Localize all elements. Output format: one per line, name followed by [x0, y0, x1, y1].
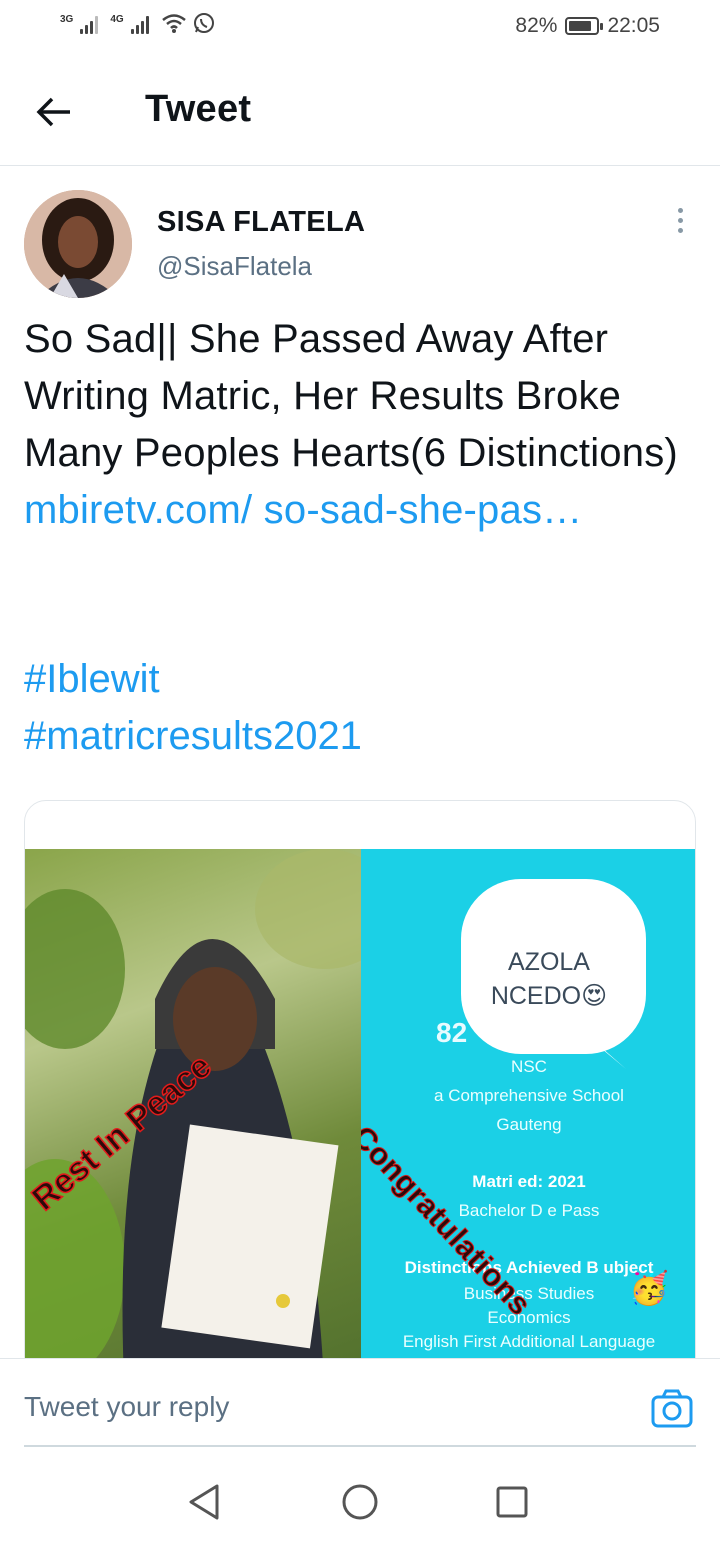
tweet-text: So Sad|| She Passed Away After Writing M…: [24, 311, 704, 539]
arrow-left-icon: [36, 97, 70, 127]
nav-recents-button[interactable]: [490, 1480, 534, 1524]
nav-home-button[interactable]: [338, 1480, 382, 1524]
author-handle[interactable]: @SisaFlatela: [157, 251, 312, 282]
nav-back-icon: [189, 1484, 219, 1520]
photo-right[interactable]: AZOLA NCEDO😍 82 NSC a Comprehensive Scho…: [361, 849, 695, 1399]
school-name: a Comprehensive School: [434, 1086, 624, 1105]
back-button[interactable]: [30, 88, 78, 136]
memorial-photo: [25, 849, 361, 1399]
signal-icon: [80, 12, 99, 34]
page-title: Tweet: [145, 88, 252, 130]
network-type-2: 4G: [110, 14, 124, 25]
tweet-body: So Sad|| She Passed Away After Writing M…: [24, 317, 678, 475]
camera-icon: [651, 1389, 693, 1428]
hashtag-iblewit[interactable]: #Iblewit: [24, 651, 362, 708]
camera-button[interactable]: [650, 1388, 694, 1430]
system-nav-bar: [0, 1460, 720, 1541]
nav-home-icon: [342, 1484, 378, 1520]
tweet-media[interactable]: Rest In Peace AZOLA NCEDO😍 82 NSC a Comp…: [24, 800, 696, 1400]
author-name[interactable]: SISA FLATELA: [157, 206, 365, 239]
battery-fill: [569, 21, 591, 31]
subject-item: Economics: [487, 1308, 571, 1327]
battery-percent: 82%: [515, 14, 558, 37]
hashtags: #Iblewit #matricresults2021: [24, 651, 362, 765]
more-dot: [677, 228, 683, 233]
status-right: 82% 22:05: [515, 14, 660, 38]
more-dot: [677, 218, 683, 223]
avatar-image: [24, 190, 132, 298]
network-type-1: 3G: [60, 14, 74, 25]
avatar[interactable]: [24, 190, 132, 298]
hashtag-matricresults2021[interactable]: #matricresults2021: [24, 708, 362, 765]
tweet-link[interactable]: mbiretv.com/ so-sad-she-pas…: [24, 488, 582, 532]
province: Gauteng: [496, 1115, 562, 1134]
whatsapp-icon: [193, 13, 214, 33]
student-name: AZOLA NCEDO😍: [479, 945, 619, 1013]
status-bar: 3G 4G 82% 22:05: [0, 0, 720, 54]
more-options-button[interactable]: [668, 204, 692, 240]
status-left: 3G 4G: [60, 12, 215, 34]
nsc-label: NSC: [511, 1057, 547, 1076]
battery-icon: [565, 17, 604, 35]
reply-underline: [24, 1445, 696, 1447]
reply-input[interactable]: [24, 1379, 624, 1435]
nav-recents-icon: [496, 1486, 528, 1518]
wifi-icon: [161, 14, 186, 33]
nav-back-button[interactable]: [183, 1480, 227, 1524]
clock: 22:05: [607, 14, 660, 37]
subject-item: English First Additional Language: [402, 1332, 656, 1351]
student-first-name: AZOLA: [508, 948, 590, 976]
top-app-bar: Tweet: [0, 54, 720, 166]
more-dot: [677, 208, 683, 213]
student-last-name: NCEDO: [490, 982, 582, 1010]
photo-left[interactable]: Rest In Peace: [25, 849, 361, 1399]
partial-number: 82: [436, 1017, 468, 1048]
party-face-emoji-icon: 🥳: [629, 1270, 669, 1306]
heart-eyes-emoji-icon: 😍: [581, 982, 608, 1010]
signal-icon: [130, 12, 149, 34]
